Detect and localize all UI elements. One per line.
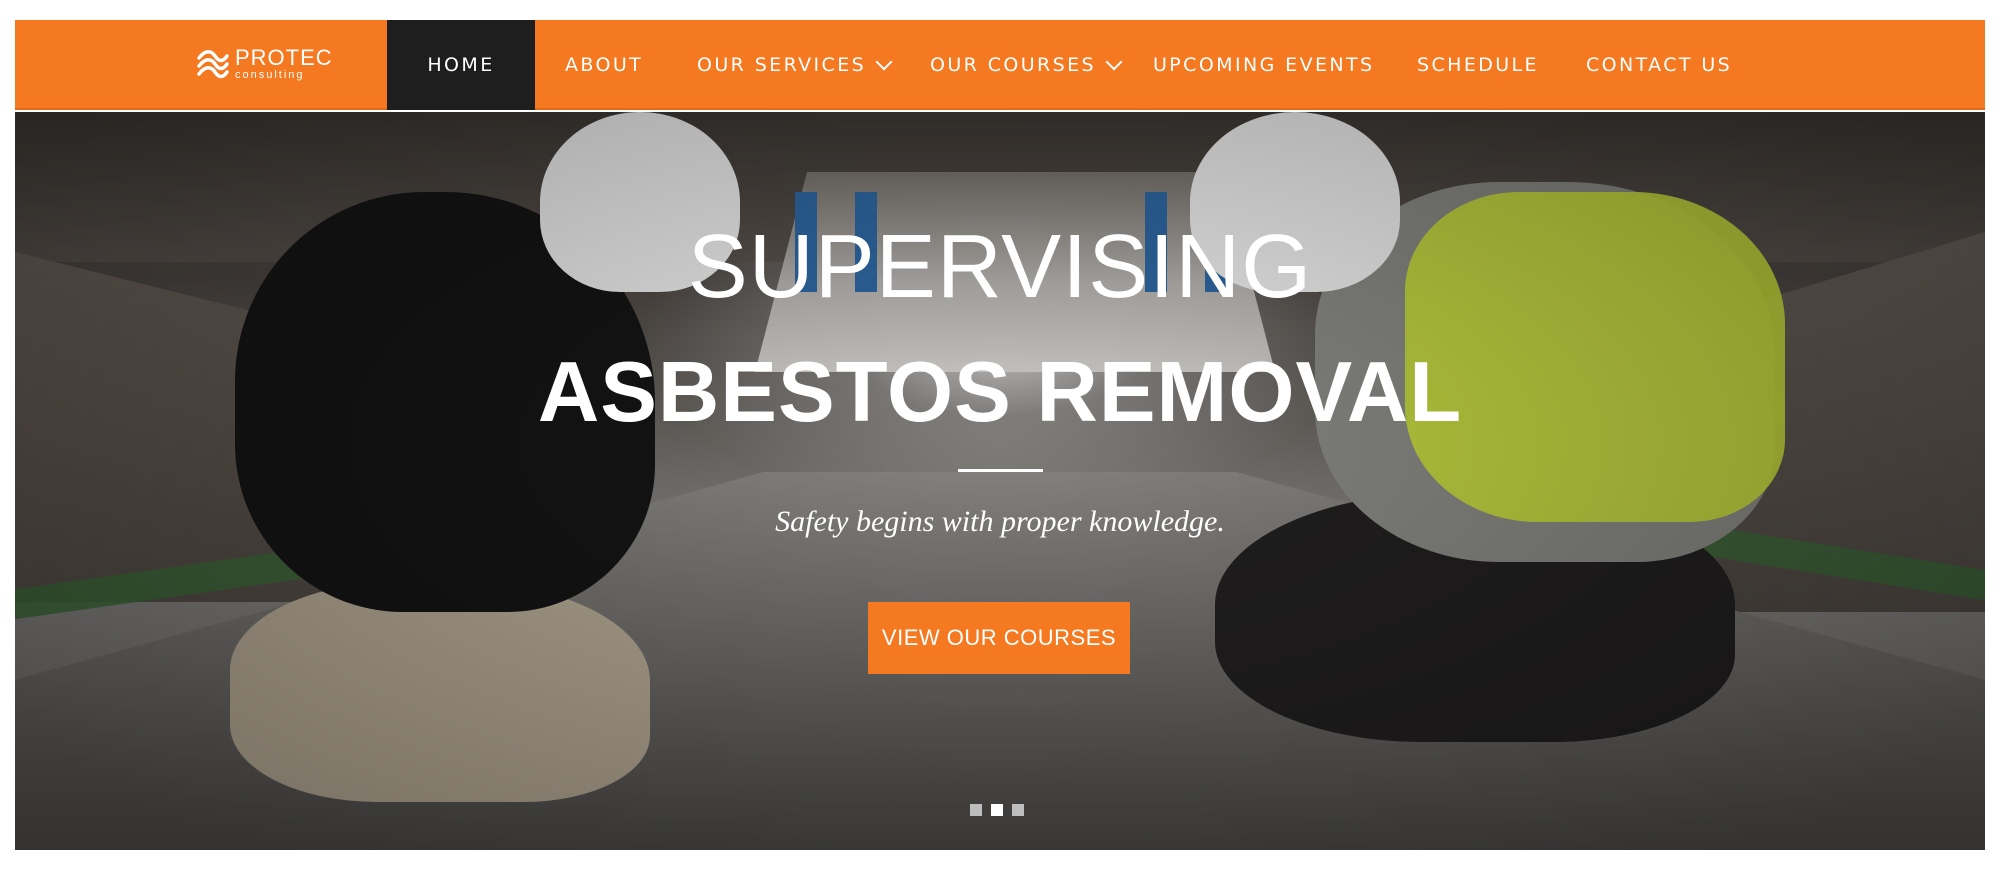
nav-label: HOME (427, 54, 495, 76)
hero-slider: SUPERVISING ASBESTOS REMOVAL Safety begi… (15, 112, 1985, 850)
slider-pagination (970, 804, 1033, 816)
site-logo[interactable]: PROTEC consulting (195, 36, 365, 92)
nav-item-our-services[interactable]: OUR SERVICES (697, 20, 893, 110)
nav-item-about[interactable]: ABOUT (565, 20, 643, 110)
nav-label: CONTACT US (1586, 54, 1733, 76)
slider-dot-active[interactable] (991, 804, 1003, 816)
hero-tagline: Safety begins with proper knowledge. (775, 505, 1225, 538)
logo-wordmark: PROTEC consulting (235, 47, 333, 81)
nav-item-contact-us[interactable]: CONTACT US (1586, 20, 1732, 110)
nav-label: OUR SERVICES (697, 54, 867, 76)
hero-title-line2: ASBESTOS REMOVAL (537, 345, 1463, 440)
logo-name: PROTEC (235, 45, 333, 70)
nav-label: OUR COURSES (930, 54, 1096, 76)
nav-label: ABOUT (565, 54, 644, 76)
nav-item-schedule[interactable]: SCHEDULE (1417, 20, 1539, 110)
nav-item-upcoming-events[interactable]: UPCOMING EVENTS (1153, 20, 1374, 110)
main-navbar: PROTEC consulting HOME ABOUT OUR SERVICE… (15, 20, 1985, 110)
nav-item-our-courses[interactable]: OUR COURSES (930, 20, 1123, 110)
view-courses-button[interactable]: VIEW OUR COURSES (868, 602, 1130, 674)
hero-divider (958, 469, 1043, 472)
nav-item-home[interactable]: HOME (387, 20, 535, 110)
wave-logo-icon (197, 50, 229, 79)
nav-label: UPCOMING EVENTS (1153, 54, 1375, 76)
nav-label: SCHEDULE (1417, 54, 1539, 76)
hero-title-line1: SUPERVISING (687, 217, 1313, 317)
chevron-down-icon (875, 53, 893, 71)
slider-dot[interactable] (970, 804, 982, 816)
slider-dot[interactable] (1012, 804, 1024, 816)
chevron-down-icon (1105, 53, 1123, 71)
logo-tagline: consulting (235, 69, 305, 81)
